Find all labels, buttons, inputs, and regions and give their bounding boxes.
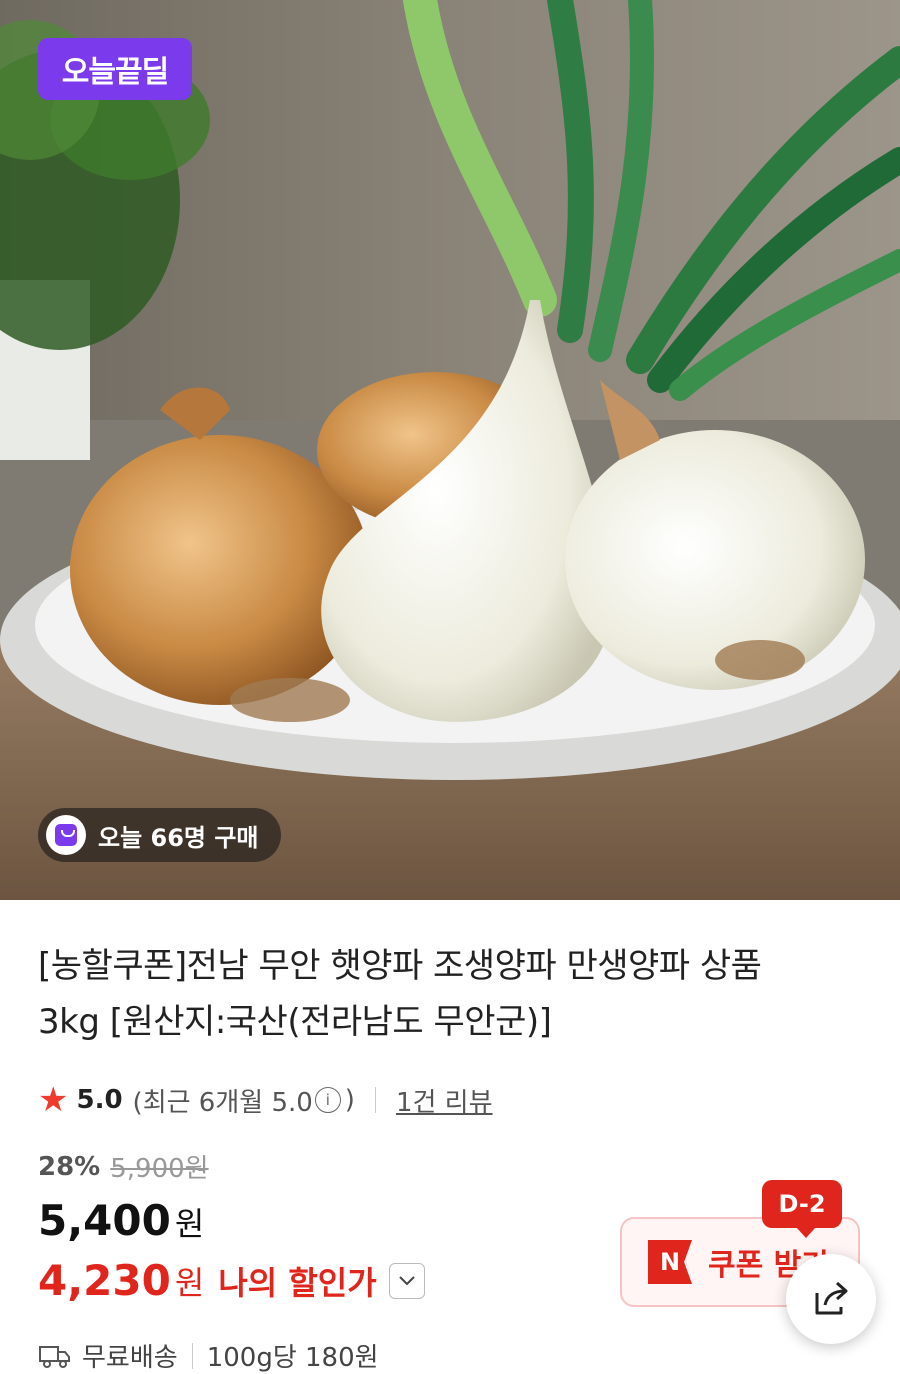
original-price: 5,900원 xyxy=(110,1154,209,1184)
recent-rating: (최근 6개월 5.0 i ) xyxy=(133,1082,355,1119)
product-title-line2: 3kg [원산지:국산(전라남도 무안군)] xyxy=(38,1002,552,1042)
product-title-line1: [농할쿠폰]전남 무안 햇양파 조생양파 만생양파 상품 xyxy=(38,946,762,986)
onion-photo xyxy=(0,0,900,900)
sale-price-unit: 원 xyxy=(174,1205,205,1243)
dday-badge: D-2 xyxy=(762,1180,842,1238)
my-discount-price-row: 4,230 원 나의 할인가 xyxy=(38,1256,425,1305)
recent-rating-close: ) xyxy=(344,1085,355,1115)
truck-icon xyxy=(39,1345,70,1368)
sale-price-row: 5,400 원 xyxy=(38,1196,204,1245)
discount-row: 28% 5,900원 xyxy=(38,1148,209,1185)
product-image[interactable]: 오늘끝딜 오늘 66명 구매 xyxy=(0,0,900,900)
chevron-down-icon[interactable] xyxy=(388,1262,425,1299)
rating-row: ★ 5.0 (최근 6개월 5.0 i ) 1건 리뷰 xyxy=(38,1080,493,1120)
rating-score: 5.0 xyxy=(76,1085,123,1115)
unit-price-label: 100g당 180원 xyxy=(206,1343,379,1373)
shopping-bag-icon xyxy=(46,815,86,855)
info-icon[interactable]: i xyxy=(314,1087,341,1113)
sale-price: 5,400 xyxy=(38,1196,171,1245)
discount-rate: 28% xyxy=(38,1151,101,1182)
divider xyxy=(374,1087,376,1113)
today-buyers-chip: 오늘 66명 구매 xyxy=(38,808,281,862)
shipping-row: 무료배송 100g당 180원 xyxy=(38,1337,379,1374)
today-buyers-label: 오늘 66명 구매 xyxy=(98,823,259,852)
my-discount-price: 4,230 xyxy=(38,1256,171,1305)
share-button[interactable] xyxy=(786,1254,876,1344)
free-shipping-label: 무료배송 xyxy=(82,1343,178,1373)
divider xyxy=(191,1342,193,1369)
my-discount-unit: 원 xyxy=(174,1263,205,1302)
review-count-link[interactable]: 1건 리뷰 xyxy=(396,1082,493,1119)
my-discount-label: 나의 할인가 xyxy=(218,1263,377,1302)
n-logo-icon: N xyxy=(648,1240,692,1284)
share-icon xyxy=(815,1281,848,1315)
today-deal-badge: 오늘끝딜 xyxy=(38,38,192,100)
recent-rating-text: (최근 6개월 5.0 xyxy=(132,1087,313,1118)
product-title: [농할쿠폰]전남 무안 햇양파 조생양파 만생양파 상품 3kg [원산지:국산… xyxy=(38,938,868,1050)
star-icon: ★ xyxy=(38,1080,69,1120)
